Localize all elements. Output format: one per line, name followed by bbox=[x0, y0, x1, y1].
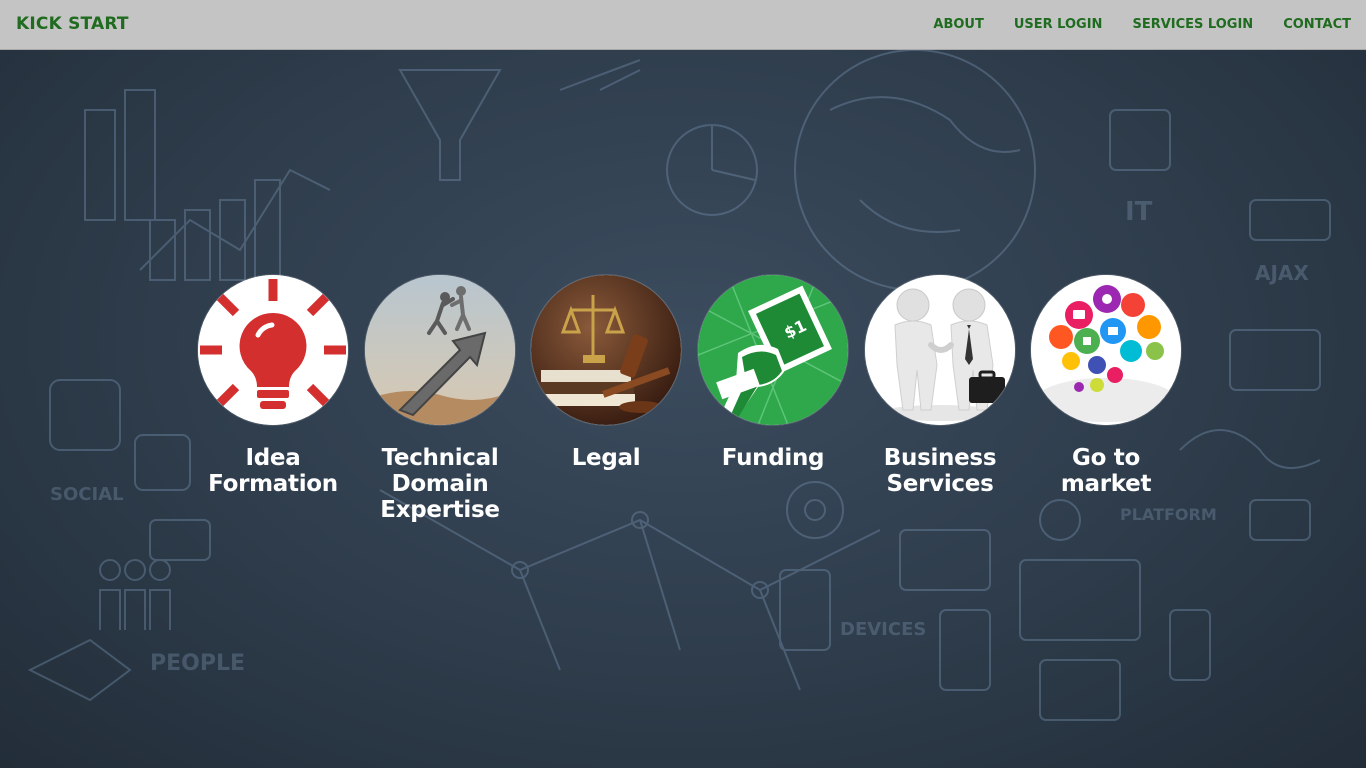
doodle-word-social: SOCIAL bbox=[50, 484, 124, 505]
service-label: Go to market bbox=[1060, 445, 1152, 497]
handshake-icon[interactable] bbox=[865, 275, 1015, 425]
service-label: Technical Domain Expertise bbox=[380, 445, 500, 523]
service-go-to-market[interactable]: Go to market bbox=[1031, 275, 1181, 497]
social-bubbles-icon[interactable] bbox=[1031, 275, 1181, 425]
service-business-services[interactable]: Business Services bbox=[865, 275, 1015, 497]
nav-link-user-login[interactable]: USER LOGIN bbox=[1014, 17, 1103, 32]
service-legal[interactable]: Legal bbox=[531, 275, 681, 471]
service-idea-formation[interactable]: Idea Formation bbox=[198, 275, 348, 497]
nav-link-services-login[interactable]: SERVICES LOGIN bbox=[1132, 17, 1253, 32]
scales-gavel-icon[interactable] bbox=[531, 275, 681, 425]
service-technical-domain-expertise[interactable]: Technical Domain Expertise bbox=[365, 275, 515, 523]
nav-link-contact[interactable]: CONTACT bbox=[1283, 17, 1351, 32]
doodle-word-ajax: AJAX bbox=[1255, 261, 1309, 285]
service-label: Idea Formation bbox=[208, 445, 338, 497]
services-row: Idea Formation Technical Domain Expertis… bbox=[198, 275, 1198, 535]
top-navbar: KICK START ABOUT USER LOGIN SERVICES LOG… bbox=[0, 0, 1366, 50]
service-funding[interactable]: $1 Funding bbox=[698, 275, 848, 471]
nav-link-about[interactable]: ABOUT bbox=[933, 17, 983, 32]
nav-links: ABOUT USER LOGIN SERVICES LOGIN CONTACT bbox=[933, 17, 1351, 32]
doodle-word-people: PEOPLE bbox=[150, 651, 245, 676]
doodle-word-devices: DEVICES bbox=[840, 619, 926, 640]
climbing-arrow-icon[interactable] bbox=[365, 275, 515, 425]
doodle-word-it: IT bbox=[1125, 197, 1153, 227]
service-label: Funding bbox=[721, 445, 825, 471]
service-label: Business Services bbox=[883, 445, 997, 497]
money-fist-icon[interactable]: $1 bbox=[698, 275, 848, 425]
service-label: Legal bbox=[571, 445, 641, 471]
lightbulb-icon[interactable] bbox=[198, 275, 348, 425]
brand-logo-link[interactable]: KICK START bbox=[16, 14, 129, 34]
